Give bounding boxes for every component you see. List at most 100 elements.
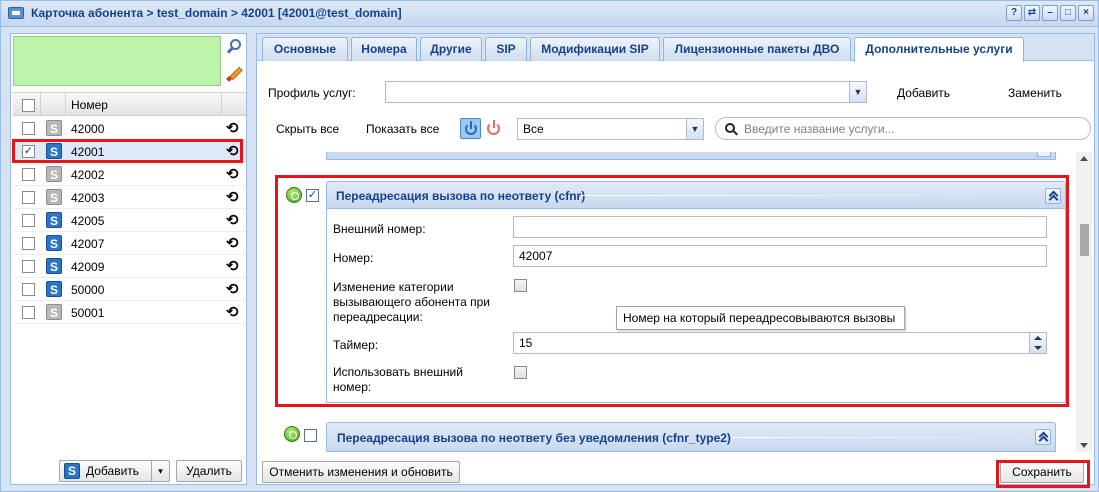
row-checkbox[interactable] [22, 168, 35, 181]
row-checkbox[interactable] [22, 283, 35, 296]
number-row[interactable]: S 42000 ⟲ [13, 117, 246, 140]
sip-icon: S [46, 212, 62, 228]
window-tool-buttons: ? ⇄ – □ × [1006, 5, 1094, 21]
swap-icon[interactable]: ⇄ [1024, 5, 1040, 21]
window-titlebar: Карточка абонента > test_domain > 42001 … [1, 1, 1098, 27]
history-icon[interactable]: ⟲ [226, 188, 239, 206]
row-checkbox[interactable] [22, 237, 35, 250]
row-number: 42007 [71, 237, 105, 251]
tab-sip-modifications[interactable]: Модификации SIP [530, 37, 660, 61]
timer-label: Таймер: [333, 338, 379, 352]
sip-icon: S [46, 304, 62, 320]
search-icon[interactable] [226, 38, 244, 56]
row-checkbox[interactable] [22, 260, 35, 273]
row-checkbox[interactable] [22, 191, 35, 204]
history-icon[interactable]: ⟲ [226, 234, 239, 252]
external-number-input[interactable] [513, 216, 1047, 238]
tab-numbers[interactable]: Номера [351, 37, 417, 61]
scroll-thumb[interactable] [1080, 224, 1089, 256]
number-row[interactable]: S 50000 ⟲ [13, 278, 246, 301]
change-category-label-2: вызывающего абонента при [333, 295, 490, 309]
number-row[interactable]: S 42009 ⟲ [13, 255, 246, 278]
collapse-icon[interactable] [1035, 429, 1051, 445]
close-icon[interactable]: × [1078, 5, 1094, 21]
row-number: 42000 [71, 122, 105, 136]
maximize-icon[interactable]: □ [1060, 5, 1076, 21]
number-row[interactable]: S 42002 ⟲ [13, 163, 246, 186]
number-row[interactable]: S 50001 ⟲ [13, 301, 246, 324]
history-icon[interactable]: ⟲ [226, 257, 239, 275]
tab-sip[interactable]: SIP [485, 37, 527, 61]
tab-strip: Основные Номера Другие SIP Модификации S… [257, 34, 1094, 62]
history-icon[interactable]: ⟲ [226, 119, 239, 137]
numbers-panel: Номер S 42000 ⟲ ✓ S 42001 ⟲ S 42002 ⟲ S … [10, 33, 247, 485]
service-enabled-icon[interactable] [284, 426, 300, 442]
row-checkbox[interactable] [22, 214, 35, 227]
profile-add-button[interactable]: Добавить [897, 86, 950, 100]
service-cfnr-checkbox[interactable]: ✓ [306, 189, 319, 202]
collapse-icon[interactable] [1045, 188, 1061, 204]
sip-icon: S [64, 463, 80, 479]
number-row[interactable]: S 42005 ⟲ [13, 209, 246, 232]
row-number: 42003 [71, 191, 105, 205]
filter-area[interactable] [13, 36, 221, 86]
number-row[interactable]: S 42007 ⟲ [13, 232, 246, 255]
scroll-down-icon[interactable] [1080, 443, 1088, 448]
service-enabled-icon[interactable] [286, 187, 302, 203]
number-input[interactable]: 42007 [513, 245, 1047, 267]
profile-replace-button[interactable]: Заменить [1008, 86, 1062, 100]
number-row[interactable]: S 42003 ⟲ [13, 186, 246, 209]
use-external-label-1: Использовать внешний [333, 365, 463, 379]
service-filter-select[interactable]: Все ▼ [517, 118, 704, 140]
service-cfnr-header[interactable]: Переадресация вызова по неответу (cfnr) [326, 181, 1066, 209]
service-cfnr-type2-header[interactable]: Переадресация вызова по неответу без уве… [326, 422, 1056, 452]
power-on-icon[interactable] [460, 118, 481, 139]
row-checkbox[interactable] [22, 122, 35, 135]
service-cfnr-title: Переадресация вызова по неответу (cfnr) [336, 189, 586, 203]
sip-icon: S [46, 235, 62, 251]
collapse-icon[interactable] [1037, 152, 1051, 157]
history-icon[interactable]: ⟲ [226, 303, 239, 321]
history-icon[interactable]: ⟲ [226, 280, 239, 298]
chevron-down-icon[interactable]: ▼ [686, 119, 703, 139]
scroll-up-icon[interactable] [1080, 156, 1088, 161]
services-scrollbar[interactable] [1076, 152, 1092, 452]
tab-license-packages[interactable]: Лицензионные пакеты ДВО [663, 37, 851, 61]
service-cfnr-type2-checkbox[interactable] [304, 429, 317, 442]
select-all-checkbox[interactable] [22, 99, 35, 112]
row-number: 50000 [71, 283, 105, 297]
use-external-checkbox[interactable] [514, 366, 527, 379]
help-icon[interactable]: ? [1006, 5, 1022, 21]
timer-spinner[interactable] [1029, 333, 1046, 353]
subscriber-card-window: Карточка абонента > test_domain > 42001 … [0, 0, 1099, 492]
service-cfnr-type2-title: Переадресация вызова по неответу без уве… [337, 431, 731, 445]
chevron-down-icon[interactable]: ▾ [151, 461, 169, 481]
reset-and-refresh-button[interactable]: Отменить изменения и обновить [262, 461, 460, 483]
pencil-icon[interactable] [226, 64, 244, 82]
window-title: Карточка абонента > test_domain > 42001 … [31, 6, 402, 20]
timer-value: 15 [519, 336, 533, 350]
power-off-icon[interactable] [485, 119, 503, 137]
change-category-label-1: Изменение категории [333, 280, 454, 294]
sip-icon: S [46, 120, 62, 136]
change-category-checkbox[interactable] [514, 279, 527, 292]
expand-all-button[interactable]: Показать все [366, 122, 439, 136]
tab-other[interactable]: Другие [420, 37, 482, 61]
tab-additional-services[interactable]: Дополнительные услуги [854, 37, 1024, 62]
collapse-all-button[interactable]: Скрыть все [276, 122, 339, 136]
delete-number-button[interactable]: Удалить [176, 460, 242, 482]
sip-icon: S [46, 189, 62, 205]
selected-row-highlight [12, 139, 243, 163]
chevron-down-icon[interactable]: ▼ [849, 82, 866, 102]
service-search-input[interactable]: Введите название услуги... [715, 117, 1091, 140]
card-icon [8, 7, 24, 19]
history-icon[interactable]: ⟲ [226, 211, 239, 229]
tab-basic[interactable]: Основные [262, 37, 348, 61]
history-icon[interactable]: ⟲ [226, 165, 239, 183]
timer-input[interactable]: 15 [513, 332, 1047, 354]
minimize-icon[interactable]: – [1042, 5, 1058, 21]
service-profile-select[interactable]: ▼ [385, 81, 867, 103]
add-number-button[interactable]: S Добавить ▾ [59, 460, 170, 482]
row-checkbox[interactable] [22, 306, 35, 319]
details-panel-footer: Отменить изменения и обновить Сохранить [257, 456, 1094, 484]
